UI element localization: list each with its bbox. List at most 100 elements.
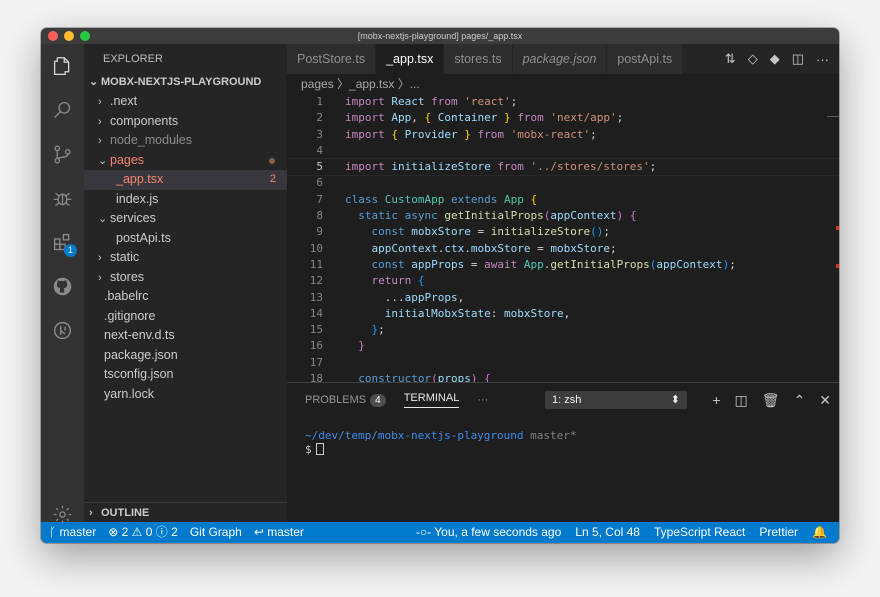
blame-status[interactable]: -○- You, a few seconds ago [416,522,561,543]
terminal-cursor [315,443,324,455]
tab-postapi-ts[interactable]: postApi.ts [607,44,684,74]
tree-item[interactable]: .babelrc [84,287,287,307]
warning-count: 0 [145,525,153,539]
tree-item[interactable]: › components [84,112,287,132]
tree-item[interactable]: index.js [84,190,287,210]
code-token: ... [345,290,405,304]
code-line: 2 import App, { Container } from 'next/ap… [287,110,839,126]
code-token: ; [649,160,657,174]
sync-status[interactable]: ↩ master [254,522,304,543]
tab-poststore-ts[interactable]: PostStore.ts [287,44,377,74]
code-token: props [437,372,471,382]
more-panels-icon[interactable]: ··· [477,394,488,406]
window-controls [48,31,90,41]
tree-item[interactable]: › .next [84,92,287,112]
bell-icon[interactable]: 🔔 [812,522,827,543]
tree-item[interactable]: yarn.lock [84,385,287,405]
chevron-up-icon[interactable]: ⌃ [794,391,806,409]
code-token: . [464,241,471,255]
git-branch-icon: ᚴ [49,525,60,539]
code-token: from [431,95,465,108]
project-folder-header[interactable]: ⌄ MOBX-NEXTJS-PLAYGROUND [84,72,287,92]
chevron-down-icon: ⌄ [98,154,108,167]
line-number: 6 [316,176,323,190]
compare-icon[interactable]: ⇅ [725,51,736,67]
minimize-window-button[interactable] [64,31,74,41]
tree-item-label: _app.tsx [116,172,164,186]
trash-icon[interactable]: 🗑 [762,391,780,409]
source-control-icon[interactable] [52,144,73,165]
code-token: { [424,111,438,125]
tab-stores-ts[interactable]: stores.ts [444,44,513,74]
github-icon[interactable] [52,276,73,297]
tree-item-label: stores [110,269,145,284]
git-commit-icon[interactable]: ◆ [770,51,780,67]
tree-item[interactable]: › node_modules [84,131,287,151]
code-token: ; [609,241,617,255]
zoom-window-button[interactable] [80,31,90,41]
tree-item[interactable]: tsconfig.json [84,365,287,385]
split-editor-icon[interactable]: ◫ [792,51,804,67]
formatter-status[interactable]: Prettier [759,522,798,543]
tree-item[interactable]: _app.tsx 2 [84,170,287,190]
tab-app-tsx[interactable]: _app.tsx [376,44,445,74]
open-changes-icon[interactable]: ◇ [748,51,758,67]
tab-problems[interactable]: PROBLEMS 4 [305,393,386,407]
code-token: import [345,111,392,125]
close-icon[interactable]: ✕ [819,391,831,409]
code-token: = [537,241,551,255]
error-count-badge: 2 [269,173,276,185]
tab-terminal[interactable]: TERMINAL [403,392,460,408]
code-text: import App, { Container } from 'next/app… [345,110,623,126]
language-mode[interactable]: TypeScript React [654,522,745,543]
line-number: 17 [309,355,323,369]
chevron-down-icon: ⌄ [89,76,99,88]
split-terminal-icon[interactable]: ◫ [735,391,748,409]
tree-item-label: static [110,250,140,264]
new-terminal-icon[interactable]: + [712,391,720,409]
terminal-output[interactable]: ~/dev/temp/mobx-nextjs-playground master… [287,417,839,457]
search-icon[interactable] [52,100,73,121]
code-token: , [411,111,425,125]
tree-item[interactable]: package.json [84,346,287,366]
tree-item[interactable]: ⌄ pages [84,151,287,171]
cursor-position[interactable]: Ln 5, Col 48 [575,522,640,543]
modified-dot [269,157,275,164]
code-text: ...appProps, [345,290,464,306]
git-graph-button[interactable]: Git Graph [190,522,242,543]
code-editor[interactable]: 1 import React from 'react'; 2 import App, … [287,94,839,382]
line-number: 2 [316,111,323,125]
code-token: ctx [444,241,465,255]
close-window-button[interactable] [48,31,58,41]
tree-item[interactable]: postApi.ts [84,229,287,249]
terminal-select[interactable]: 1: zsh ⬍ [545,391,687,409]
more-icon[interactable]: ··· [816,52,829,67]
code-token: appContext [656,257,723,271]
gitlens-icon[interactable] [52,320,73,341]
code-text: import { Provider } from 'mobx-react'; [345,127,597,143]
code-token: { [530,192,538,206]
code-text: static async getInitialProps(appContext)… [345,208,636,224]
outline-section[interactable]: › OUTLINE [84,502,287,522]
tree-item[interactable]: ⌄ services [84,209,287,229]
tree-item-label: node_modules [110,133,193,147]
line-number: 1 [316,95,323,108]
terminal-branch: master* [523,429,577,442]
tree-item[interactable]: next-env.d.ts [84,326,287,346]
problems-status[interactable]: ⊗ 2 ⚠ 0 ⓘ 2 [108,522,178,543]
tab-package-json[interactable]: package.json [512,44,608,74]
tree-item[interactable]: › stores [84,268,287,288]
tree-item[interactable]: .gitignore [84,307,287,327]
line-number: 11 [309,257,323,271]
branch-status[interactable]: ᚴ master [49,522,96,543]
code-line: 7 class CustomApp extends App { [287,192,839,208]
sync-branch: master [267,525,304,539]
breadcrumb[interactable]: pages 〉_app.tsx 〉... [287,74,839,94]
code-token: , [457,290,465,304]
line-number: 4 [316,143,323,157]
tree-item[interactable]: › static [84,248,287,268]
debug-icon[interactable] [52,188,73,209]
code-token: CustomApp [384,192,451,206]
files-icon[interactable] [52,56,73,77]
